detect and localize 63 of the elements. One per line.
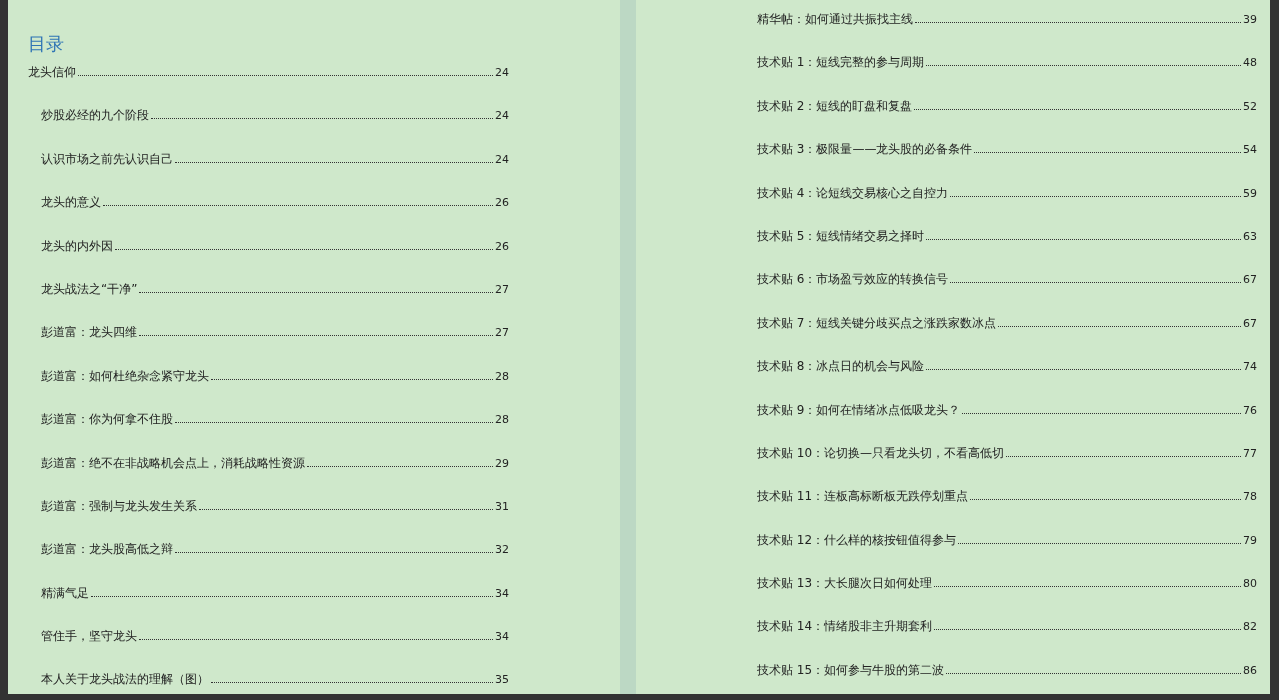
- page-number: 26: [495, 195, 509, 212]
- toc-entry-title[interactable]: 炒股必经的九个阶段: [41, 106, 149, 125]
- page-number: 86: [1243, 662, 1257, 679]
- page-number: 59: [1243, 185, 1257, 202]
- page-number: 74: [1243, 359, 1257, 376]
- page-number: 24: [495, 151, 509, 168]
- toc-entry-title[interactable]: 技术贴 12：什么样的核按钮值得参与: [757, 530, 957, 549]
- toc-entry-title[interactable]: 技术贴 9：如何在情绪冰点低吸龙头？: [757, 400, 961, 419]
- page-number: 27: [495, 325, 509, 342]
- page-number: 80: [1243, 576, 1257, 593]
- toc-entry-title[interactable]: 彭道富：绝不在非战略机会点上，消耗战略性资源: [41, 453, 305, 472]
- page-number: 28: [495, 412, 509, 429]
- toc-entry-title[interactable]: 技术贴 1：短线完整的参与周期: [757, 53, 925, 72]
- toc-entry-title[interactable]: 技术贴 13：大长腿次日如何处理: [757, 574, 933, 593]
- page-number: 63: [1243, 228, 1257, 245]
- page-number: 82: [1243, 619, 1257, 636]
- page-number: 76: [1243, 402, 1257, 419]
- page-number: 39: [1243, 12, 1257, 28]
- toc-entry-title[interactable]: 技术贴 10：论切换—只看龙头切，不看高低切: [757, 443, 1005, 462]
- toc-entry-title[interactable]: 彭道富：龙头四维: [41, 323, 137, 342]
- page-number: 24: [495, 108, 509, 125]
- toc-entry-title[interactable]: 彭道富：你为何拿不住股: [41, 410, 173, 429]
- toc-heading: 目录: [28, 32, 65, 56]
- page-number: 54: [1243, 142, 1257, 159]
- toc-entry-title[interactable]: 技术贴 11：连板高标断板无跌停划重点: [757, 487, 969, 506]
- page-number: 31: [495, 498, 509, 515]
- toc-entry-title[interactable]: 彭道富：强制与龙头发生关系: [41, 496, 197, 515]
- page-number: 26: [495, 238, 509, 255]
- page-number: 67: [1243, 315, 1257, 332]
- page-number: 24: [495, 65, 509, 81]
- page-number: 32: [495, 542, 509, 559]
- page-number: 28: [495, 368, 509, 385]
- page-number: 27: [495, 281, 509, 298]
- page-number: 77: [1243, 445, 1257, 462]
- page-number: 79: [1243, 532, 1257, 549]
- page-number: 48: [1243, 55, 1257, 72]
- toc-entry-title[interactable]: 技术贴 8：冰点日的机会与风险: [757, 357, 925, 376]
- toc-entry-title[interactable]: 技术贴 3：极限量——龙头股的必备条件: [757, 140, 973, 159]
- toc-entry-title[interactable]: 技术贴 6：市场盈亏效应的转换信号: [757, 270, 949, 289]
- toc-entry-title[interactable]: 龙头的内外因: [41, 236, 113, 255]
- toc-entry-title[interactable]: 管住手，坚守龙头: [41, 627, 137, 646]
- toc-entry-title[interactable]: 技术贴 15：如何参与牛股的第二波: [757, 660, 945, 679]
- page-number: 34: [495, 629, 509, 646]
- toc-entry-title[interactable]: 认识市场之前先认识自己: [41, 149, 173, 168]
- toc-entry-title[interactable]: 精满气足: [41, 583, 89, 602]
- page-number: 52: [1243, 98, 1257, 115]
- toc-entry-title[interactable]: 技术贴 7：短线关键分歧买点之涨跌家数冰点: [757, 313, 997, 332]
- toc-entry-title[interactable]: 精华帖：如何通过共振找主线: [757, 10, 913, 28]
- toc-entry-title[interactable]: 龙头信仰: [28, 63, 76, 81]
- toc-entry-title[interactable]: 龙头的意义: [41, 193, 101, 212]
- toc-entry-title[interactable]: 彭道富：龙头股高低之辩: [41, 540, 173, 559]
- page-number: 78: [1243, 489, 1257, 506]
- toc-entry-title[interactable]: 技术贴 4：论短线交易核心之自控力: [757, 183, 949, 202]
- toc-entry-title[interactable]: 技术贴 14：情绪股非主升期套利: [757, 617, 933, 636]
- toc-entry-title[interactable]: 技术贴 5：短线情绪交易之择时: [757, 226, 925, 245]
- page-number: 35: [495, 672, 509, 689]
- toc-entry-title[interactable]: 龙头战法之“干净”: [41, 279, 138, 298]
- toc-entry-title[interactable]: 彭道富：如何杜绝杂念紧守龙头: [41, 366, 209, 385]
- page-number: 67: [1243, 272, 1257, 289]
- toc-entry-title[interactable]: 技术贴 2：短线的盯盘和复盘: [757, 96, 913, 115]
- page-number: 29: [495, 455, 509, 472]
- page-number: 34: [495, 585, 509, 602]
- toc-entry-title[interactable]: 本人关于龙头战法的理解（图）: [41, 670, 209, 689]
